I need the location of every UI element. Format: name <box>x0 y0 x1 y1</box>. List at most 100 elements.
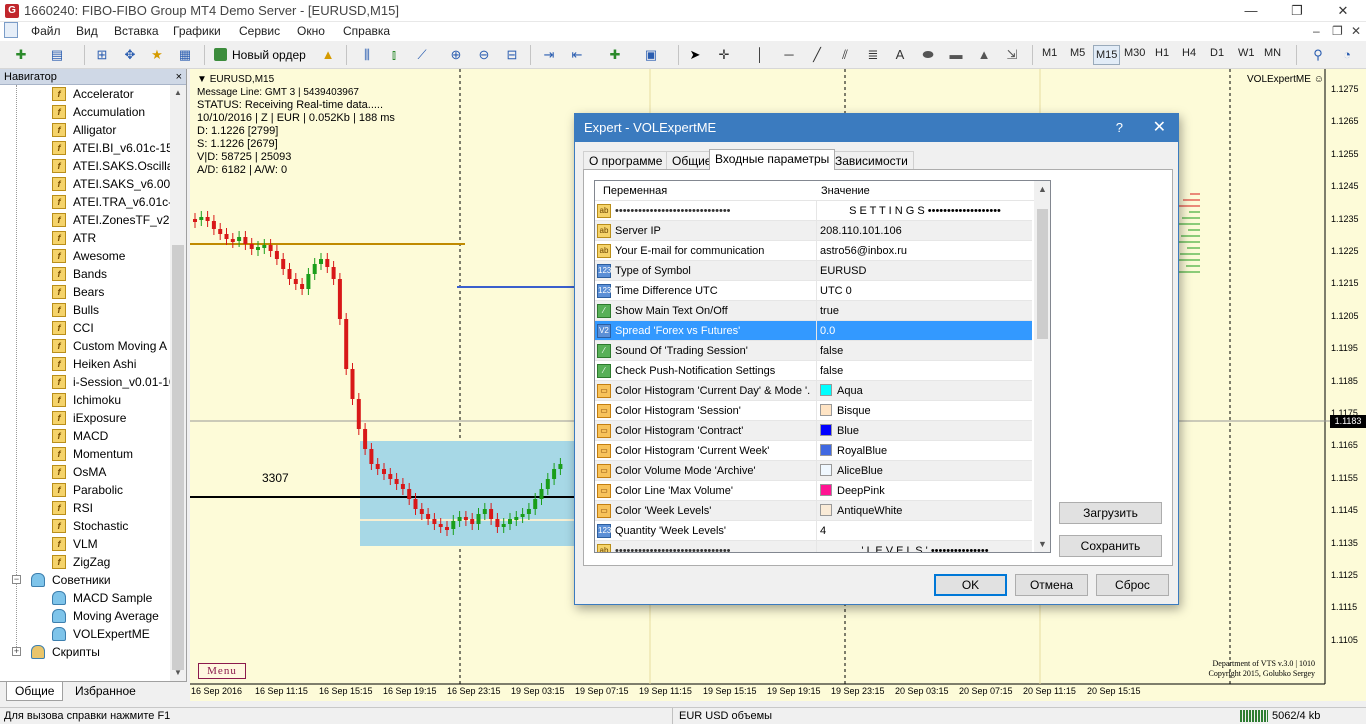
menu-file[interactable]: Файл <box>31 24 61 38</box>
indicator-item[interactable]: f ATR <box>0 229 170 247</box>
triangle-icon[interactable]: ▲ <box>973 45 995 65</box>
indicators-icon[interactable]: ✚ <box>604 45 626 65</box>
scripts-folder[interactable]: + Скрипты <box>0 643 170 661</box>
arrows-icon[interactable]: ⇲ <box>1001 45 1023 65</box>
tab-dependencies[interactable]: Зависимости <box>829 151 914 169</box>
tf-h4[interactable]: H4 <box>1182 47 1196 59</box>
tab-inputs[interactable]: Входные параметры <box>709 149 836 170</box>
input-row[interactable]: ab •••••••••••••••••••••••••••••• ' L E V … <box>595 541 1032 552</box>
chart-shift-icon[interactable]: ⇥ <box>538 45 560 65</box>
input-value[interactable]: false <box>816 341 1030 360</box>
col-value[interactable]: Значение <box>821 181 870 201</box>
cancel-button[interactable]: Отмена <box>1015 574 1088 596</box>
trendline-icon[interactable]: ╱ <box>806 45 828 65</box>
data-window-icon[interactable]: ✥ <box>119 45 141 65</box>
candlestick-icon[interactable]: ⫾ <box>383 45 405 65</box>
tf-m30[interactable]: M30 <box>1124 47 1145 59</box>
inputs-scroll-thumb[interactable] <box>1037 209 1048 339</box>
ellipse-icon[interactable]: ⬬ <box>917 45 939 65</box>
indicator-item[interactable]: f ATEI.BI_v6.01c-15 <box>0 139 170 157</box>
nav-tab-common[interactable]: Общие <box>6 682 64 701</box>
text-icon[interactable]: A <box>889 45 911 65</box>
mdi-minimize-button[interactable]: – <box>1313 24 1320 38</box>
input-row[interactable]: ab •••••••••••••••••••••••••••••• S E T T … <box>595 201 1032 221</box>
indicator-item[interactable]: f Heiken Ashi <box>0 355 170 373</box>
mdi-restore-button[interactable]: ❐ <box>1332 24 1343 38</box>
search-icon[interactable]: ⚲ <box>1307 45 1329 65</box>
autotrading-icon[interactable]: ▲ <box>317 45 339 65</box>
zoom-out-icon[interactable]: ⊖ <box>473 45 495 65</box>
indicator-item[interactable]: f i-Session_v0.01-10 <box>0 373 170 391</box>
tf-d1[interactable]: D1 <box>1210 47 1224 59</box>
input-value[interactable]: true <box>816 301 1030 320</box>
indicator-item[interactable]: f Bulls <box>0 301 170 319</box>
indicator-item[interactable]: f Stochastic <box>0 517 170 535</box>
input-row[interactable]: ⁄ Show Main Text On/Off true <box>595 301 1032 321</box>
close-button[interactable]: ✕ <box>1320 0 1366 22</box>
input-row[interactable]: ⁄ Check Push-Notification Settings false <box>595 361 1032 381</box>
rectangle-icon[interactable]: ▬ <box>945 45 967 65</box>
input-row[interactable]: ▭ Color Line 'Max Volume' DeepPink <box>595 481 1032 501</box>
indicator-item[interactable]: f Parabolic <box>0 481 170 499</box>
menu-window[interactable]: Окно <box>297 24 325 38</box>
indicator-item[interactable]: f iExposure <box>0 409 170 427</box>
indicator-item[interactable]: f ATEI.ZonesTF_v2. <box>0 211 170 229</box>
ok-button[interactable]: OK <box>934 574 1007 596</box>
input-value[interactable]: EURUSD <box>816 261 1030 280</box>
indicator-item[interactable]: f ATEI.SAKS.Oscillat <box>0 157 170 175</box>
input-value[interactable]: RoyalBlue <box>816 441 1030 460</box>
navigator-scrollbar[interactable]: ▲ ▼ <box>170 85 186 681</box>
autoscroll-icon[interactable]: ⇤ <box>566 45 588 65</box>
horizontal-line-icon[interactable]: ─ <box>778 45 800 65</box>
tf-m15[interactable]: M15 <box>1093 45 1121 65</box>
indicator-item[interactable]: f OsMA <box>0 463 170 481</box>
menu-tools[interactable]: Сервис <box>239 24 280 38</box>
crosshair-icon[interactable]: ✛ <box>713 45 735 65</box>
chart-menu-button[interactable]: Menu <box>198 663 246 679</box>
indicator-item[interactable]: f ATEI.SAKS_v6.00c_ <box>0 175 170 193</box>
input-row[interactable]: ▭ Color Volume Mode 'Archive' AliceBlue <box>595 461 1032 481</box>
input-value[interactable]: DeepPink <box>816 481 1030 500</box>
input-row[interactable]: ▭ Color Histogram 'Session' Bisque <box>595 401 1032 421</box>
profiles-icon[interactable]: ▤ <box>46 45 68 65</box>
input-value[interactable]: AntiqueWhite <box>816 501 1030 520</box>
tf-w1[interactable]: W1 <box>1238 47 1255 59</box>
load-button[interactable]: Загрузить <box>1059 502 1162 524</box>
vertical-line-icon[interactable]: │ <box>749 45 771 65</box>
input-row[interactable]: 123 Time Difference UTC UTC 0 <box>595 281 1032 301</box>
experts-folder[interactable]: − Советники <box>0 571 170 589</box>
input-row[interactable]: ⁄ Sound Of 'Trading Session' false <box>595 341 1032 361</box>
input-value[interactable]: ' L E V E L S ' ••••••••••••••• <box>816 541 1030 552</box>
indicator-item[interactable]: f Alligator <box>0 121 170 139</box>
tf-m1[interactable]: M1 <box>1042 47 1057 59</box>
inputs-scrollbar[interactable]: ▲ ▼ <box>1034 181 1050 552</box>
child-window-icon[interactable] <box>4 22 18 38</box>
tf-m5[interactable]: M5 <box>1070 47 1085 59</box>
input-value[interactable]: 208.110.101.106 <box>816 221 1030 240</box>
input-value[interactable]: UTC 0 <box>816 281 1030 300</box>
input-value[interactable]: Blue <box>816 421 1030 440</box>
tf-mn[interactable]: MN <box>1264 47 1281 59</box>
navigator-icon[interactable]: ★ <box>146 45 168 65</box>
expert-item[interactable]: Moving Average <box>0 607 170 625</box>
expert-item[interactable]: VOLExpertME <box>0 625 170 643</box>
input-row[interactable]: ▭ Color 'Week Levels' AntiqueWhite <box>595 501 1032 521</box>
input-value[interactable]: Aqua <box>816 381 1030 400</box>
indicator-item[interactable]: f Ichimoku <box>0 391 170 409</box>
navigator-close-icon[interactable]: × <box>176 69 182 85</box>
expert-item[interactable]: MACD Sample <box>0 589 170 607</box>
line-chart-icon[interactable]: ⟋ <box>411 45 433 65</box>
navigator-scroll-thumb[interactable] <box>172 245 184 670</box>
input-row[interactable]: V2 Spread 'Forex vs Futures' 0.0 <box>595 321 1032 341</box>
mdi-close-button[interactable]: ✕ <box>1351 24 1361 38</box>
indicator-item[interactable]: f MACD <box>0 427 170 445</box>
market-watch-icon[interactable]: ⊞ <box>91 45 113 65</box>
periods-icon[interactable]: ▣ <box>640 45 662 65</box>
input-row[interactable]: 123 Type of Symbol EURUSD <box>595 261 1032 281</box>
indicator-item[interactable]: f Awesome <box>0 247 170 265</box>
indicator-item[interactable]: f CCI <box>0 319 170 337</box>
nav-tab-favorites[interactable]: Избранное <box>67 682 144 701</box>
restore-button[interactable]: ❐ <box>1274 0 1320 22</box>
input-value[interactable]: astro56@inbox.ru <box>816 241 1030 260</box>
minimize-button[interactable]: — <box>1228 0 1274 22</box>
